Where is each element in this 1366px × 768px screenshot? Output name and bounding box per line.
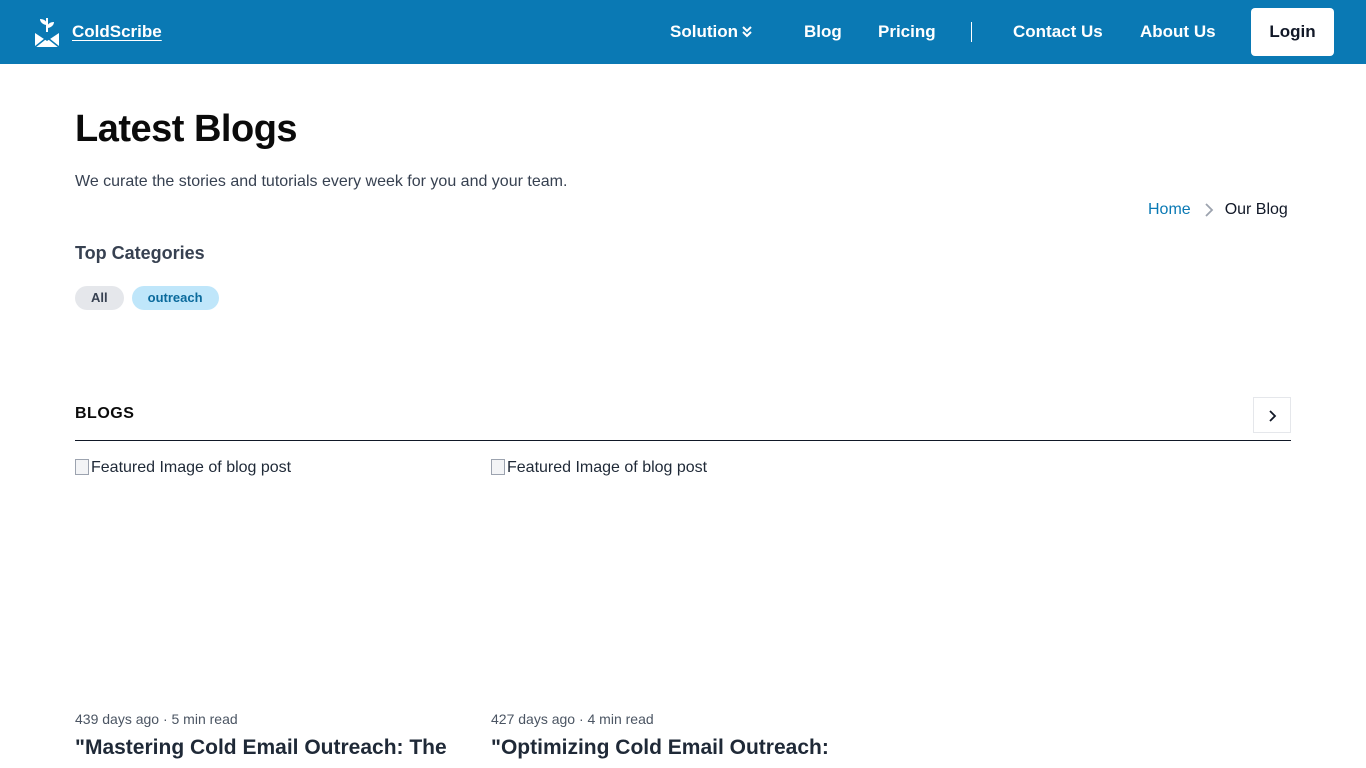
image-alt-text: Featured Image of blog post — [91, 459, 292, 476]
blog-card: Featured Image of blog post 439 days ago… — [75, 457, 475, 759]
breadcrumb: Home Our Blog — [1148, 201, 1288, 219]
page-subtitle: We curate the stories and tutorials ever… — [75, 173, 568, 190]
login-button[interactable]: Login — [1251, 8, 1334, 56]
nav-blog[interactable]: Blog — [804, 0, 842, 64]
brand-name: ColdScribe — [72, 22, 162, 41]
blogs-section-title: BLOGS — [75, 405, 135, 422]
chevron-right-icon — [1205, 203, 1213, 217]
breadcrumb-home-link[interactable]: Home — [1148, 201, 1191, 219]
blogs-next-button[interactable] — [1253, 397, 1291, 433]
nav-pricing[interactable]: Pricing — [878, 0, 936, 64]
section-divider — [75, 440, 1291, 441]
blog-featured-image[interactable]: Featured Image of blog post — [491, 457, 891, 707]
blog-featured-image[interactable]: Featured Image of blog post — [75, 457, 475, 707]
category-chips: All outreach — [75, 286, 219, 310]
brand-link[interactable]: ColdScribe — [34, 16, 162, 48]
envelope-leaf-icon — [34, 18, 60, 48]
nav-contact-us[interactable]: Contact Us — [1013, 0, 1103, 64]
category-chip-outreach[interactable]: outreach — [131, 286, 219, 310]
nav-solution[interactable]: Solution — [670, 0, 738, 64]
page-title: Latest Blogs — [75, 108, 298, 150]
category-chip-all[interactable]: All — [75, 286, 124, 310]
broken-image-icon — [75, 459, 89, 475]
top-navbar: ColdScribe Solution Blog Pricing Contact… — [0, 0, 1366, 64]
broken-image-icon — [491, 459, 505, 475]
blog-meta: 427 days ago · 4 min read — [491, 711, 654, 727]
image-alt-text: Featured Image of blog post — [507, 459, 708, 476]
breadcrumb-current: Our Blog — [1224, 201, 1288, 218]
blog-title-link[interactable]: "Optimizing Cold Email Outreach: — [491, 734, 871, 762]
chevron-right-icon — [1269, 410, 1277, 422]
categories-heading: Top Categories — [75, 243, 205, 263]
double-chevron-down-icon[interactable] — [740, 24, 754, 40]
blog-meta: 439 days ago · 5 min read — [75, 711, 238, 727]
nav-about-us[interactable]: About Us — [1140, 0, 1216, 64]
blog-card: Featured Image of blog post 427 days ago… — [491, 457, 891, 759]
nav-divider — [971, 22, 972, 42]
blog-title-link[interactable]: "Mastering Cold Email Outreach: The — [75, 734, 455, 762]
